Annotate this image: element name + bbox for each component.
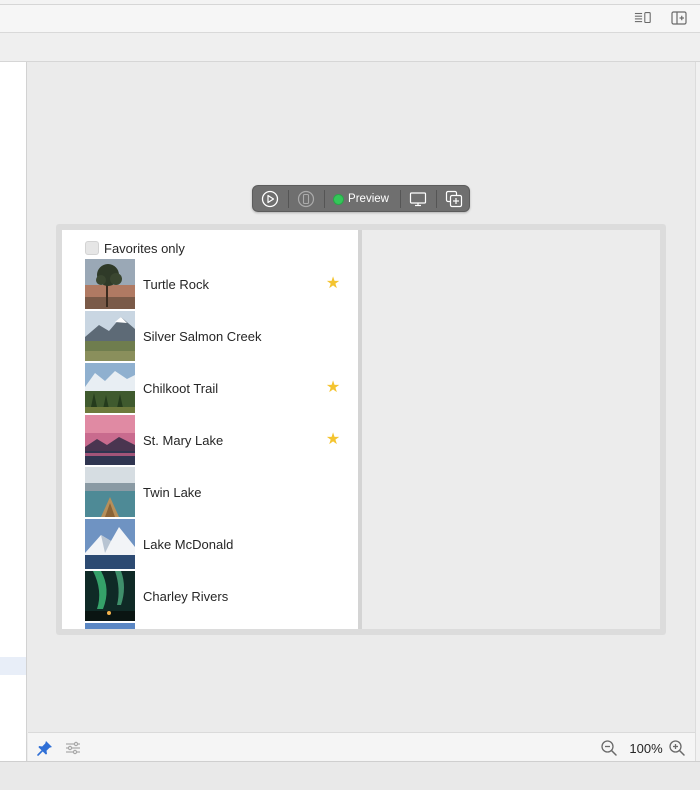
debug-area-strip <box>0 761 700 793</box>
pin-icon[interactable] <box>36 739 54 757</box>
landmark-list[interactable]: Favorites only Turtle Rock ★ Silver Salm… <box>62 230 358 629</box>
preview-device-frame: Favorites only Turtle Rock ★ Silver Salm… <box>56 224 666 635</box>
landmark-thumbnail <box>85 259 135 309</box>
preview-status[interactable]: Preview <box>331 189 391 209</box>
preview-label: Preview <box>348 193 389 205</box>
play-circle-icon <box>261 190 279 208</box>
list-item[interactable]: St. Mary Lake ★ <box>85 414 355 466</box>
landmark-thumbnail <box>85 571 135 621</box>
toolbar-divider <box>436 190 437 208</box>
list-item[interactable]: Twin Lake <box>85 466 355 518</box>
landmark-thumbnail <box>85 363 135 413</box>
source-editor-pane[interactable] <box>0 62 27 761</box>
selected-line-highlight <box>0 657 26 675</box>
toolbar-divider <box>288 190 289 208</box>
add-editor-split-icon[interactable] <box>670 11 688 25</box>
landmark-name: Turtle Rock <box>143 276 209 292</box>
variants-icon[interactable] <box>64 739 82 757</box>
landmark-thumbnail <box>85 519 135 569</box>
landmark-name: Twin Lake <box>143 484 202 500</box>
favorite-star-icon: ★ <box>325 275 341 292</box>
landmark-name: Lake McDonald <box>143 536 234 552</box>
adjust-editor-options-icon[interactable] <box>634 11 652 25</box>
preview-status-dot <box>333 193 345 205</box>
landmark-thumbnail <box>85 415 135 465</box>
monitor-icon <box>409 192 427 207</box>
favorites-toggle[interactable]: Favorites only <box>85 240 185 256</box>
jump-bar <box>0 33 700 62</box>
landmark-name: St. Mary Lake <box>143 432 224 448</box>
favorites-checkbox[interactable] <box>85 241 99 255</box>
landmark-thumbnail <box>85 623 135 629</box>
list-item[interactable]: Chilkoot Trail ★ <box>85 362 355 414</box>
device-icon <box>297 190 315 208</box>
landmark-name: Charley Rivers <box>143 588 229 604</box>
toolbar-divider <box>324 190 325 208</box>
vertical-scrollbar[interactable] <box>695 62 700 761</box>
live-preview-button[interactable] <box>260 189 280 209</box>
device-settings-button[interactable] <box>296 189 316 209</box>
editor-toolbar <box>0 5 700 33</box>
toolbar-divider <box>400 190 401 208</box>
favorite-star-icon: ★ <box>325 431 341 448</box>
detail-pane <box>362 230 660 629</box>
landmark-thumbnail <box>85 311 135 361</box>
list-item[interactable] <box>85 622 355 629</box>
landmark-thumbnail <box>85 467 135 517</box>
list-item[interactable]: Turtle Rock ★ <box>85 258 355 310</box>
duplicate-preview-button[interactable] <box>444 189 464 209</box>
preview-control-bar: Preview <box>252 185 470 212</box>
landmark-name: Chilkoot Trail <box>143 380 219 396</box>
list-item[interactable]: Silver Salmon Creek <box>85 310 355 362</box>
favorites-label: Favorites only <box>104 240 185 256</box>
zoom-in-icon[interactable] <box>668 739 686 757</box>
duplicate-icon <box>445 190 463 208</box>
list-item[interactable]: Lake McDonald <box>85 518 355 570</box>
list-item[interactable]: Charley Rivers <box>85 570 355 622</box>
preview-on-device-button[interactable] <box>408 189 428 209</box>
zoom-level[interactable]: 100% <box>624 741 668 756</box>
landmark-name: Silver Salmon Creek <box>143 328 262 344</box>
zoom-out-icon[interactable] <box>600 739 618 757</box>
canvas-bottom-bar: 100% <box>28 732 695 761</box>
favorite-star-icon: ★ <box>325 379 341 396</box>
